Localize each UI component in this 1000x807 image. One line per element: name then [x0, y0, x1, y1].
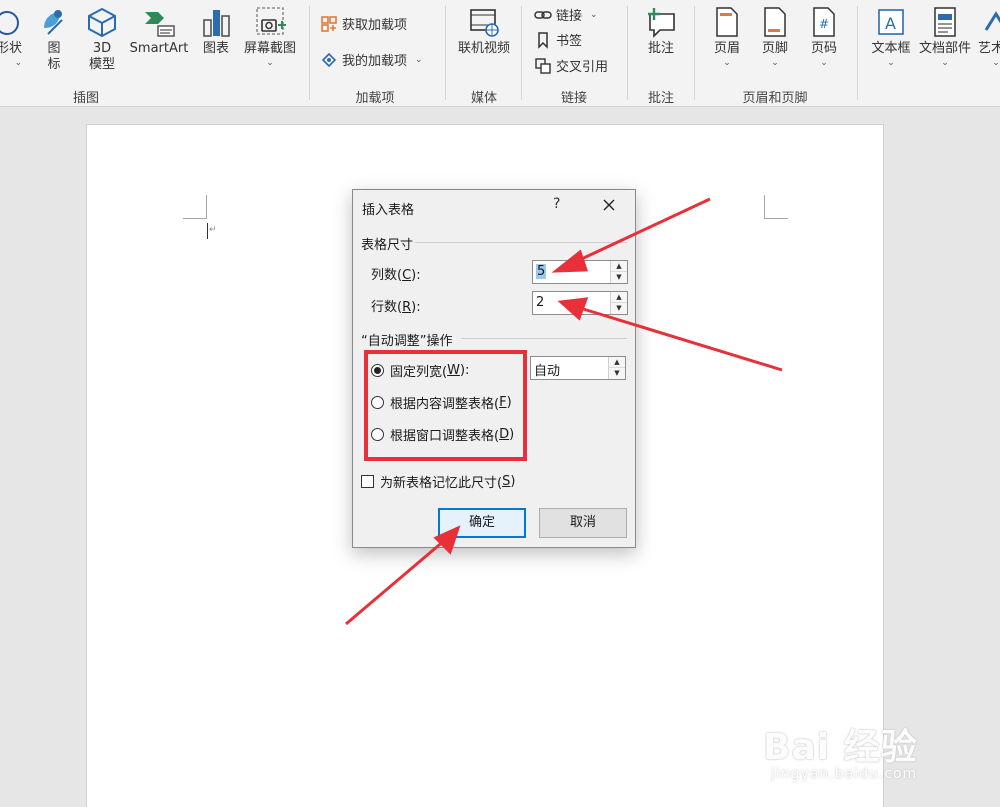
annotation-arrows	[345, 197, 783, 626]
watermark-logo-text: Bai 经验	[763, 727, 918, 768]
arrow-to-columns	[551, 197, 711, 273]
baidu-jingyan-watermark: Bai 经验 jingyan.baidu.com	[763, 700, 983, 800]
watermark-url: jingyan.baidu.com	[771, 766, 918, 782]
arrow-to-rows	[557, 297, 783, 372]
arrow-to-ok	[345, 525, 461, 626]
